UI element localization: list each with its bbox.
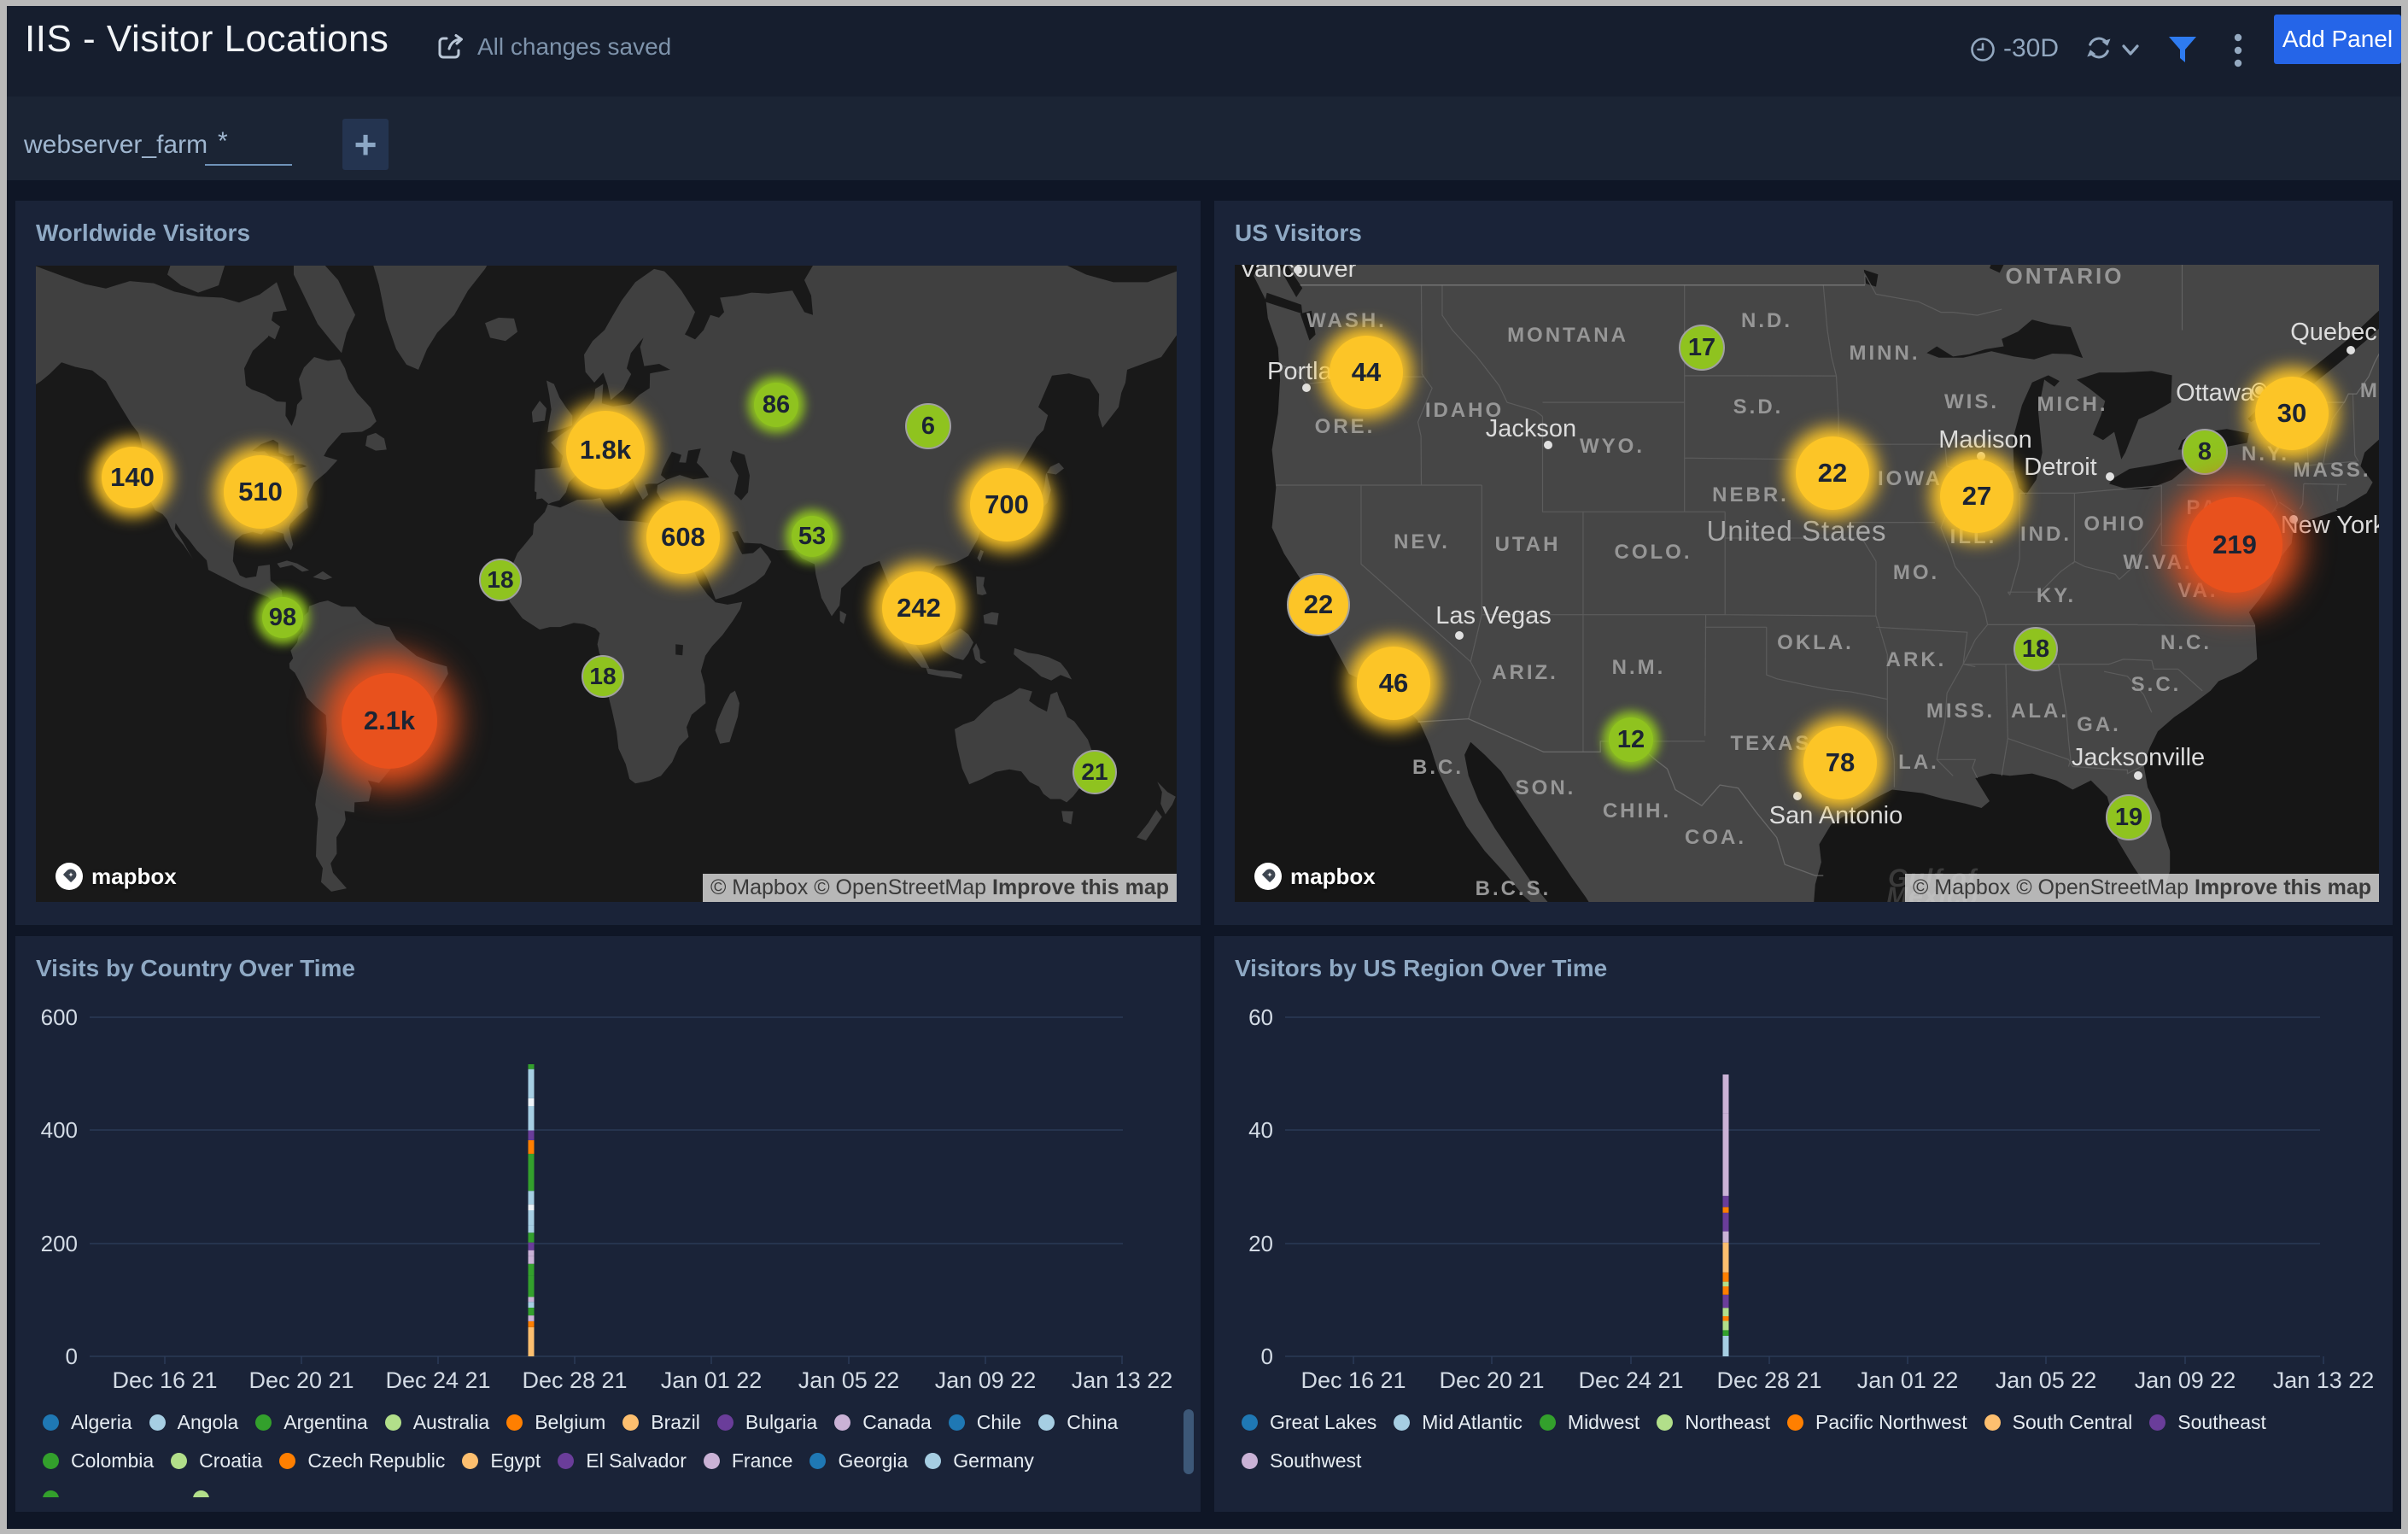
svg-text:WIS.: WIS. [1944, 390, 1999, 413]
svg-text:ARK.: ARK. [1886, 648, 1947, 671]
svg-text:Detroit: Detroit [2024, 454, 2096, 481]
svg-text:600: 600 [41, 1004, 78, 1030]
svg-text:N.D.: N.D. [1741, 309, 1792, 332]
svg-text:NEBR.: NEBR. [1712, 483, 1789, 506]
svg-text:B.C.: B.C. [1412, 756, 1464, 779]
svg-text:Jan 01 22: Jan 01 22 [1857, 1367, 1959, 1393]
svg-text:Dec 16 21: Dec 16 21 [112, 1367, 217, 1393]
svg-text:LA.: LA. [1898, 751, 1939, 774]
svg-text:KY.: KY. [2037, 584, 2076, 607]
svg-text:B.C.S.: B.C.S. [1476, 877, 1552, 900]
svg-text:0: 0 [1261, 1344, 1273, 1369]
svg-text:Jan 09 22: Jan 09 22 [935, 1367, 1037, 1393]
svg-text:OHIO: OHIO [2084, 512, 2146, 536]
svg-text:0: 0 [66, 1344, 78, 1369]
svg-text:NEV.: NEV. [1394, 530, 1450, 553]
svg-text:Dec 20 21: Dec 20 21 [1439, 1367, 1544, 1393]
svg-text:ARIZ.: ARIZ. [1492, 661, 1558, 684]
svg-text:ONTARIO: ONTARIO [2006, 265, 2125, 289]
svg-text:COLO.: COLO. [1615, 541, 1692, 564]
svg-text:Dec 16 21: Dec 16 21 [1300, 1367, 1406, 1393]
svg-text:400: 400 [41, 1117, 78, 1143]
svg-text:N.M.: N.M. [1612, 656, 1666, 679]
svg-text:Jackson: Jackson [1486, 415, 1576, 442]
svg-text:MAINE: MAINE [2360, 379, 2379, 402]
svg-text:MICH.: MICH. [2037, 393, 2108, 416]
svg-text:Dec 24 21: Dec 24 21 [385, 1367, 490, 1393]
svg-text:UTAH: UTAH [1495, 533, 1561, 556]
svg-text:Jan 09 22: Jan 09 22 [2135, 1367, 2236, 1393]
svg-text:ALA.: ALA. [2011, 700, 2069, 723]
svg-text:IND.: IND. [2020, 523, 2072, 546]
svg-text:Dec 28 21: Dec 28 21 [522, 1367, 627, 1393]
svg-text:N.C.: N.C. [2160, 631, 2212, 654]
svg-text:40: 40 [1248, 1117, 1273, 1143]
svg-text:60: 60 [1248, 1004, 1273, 1030]
svg-text:SON.: SON. [1516, 776, 1576, 799]
svg-text:Dec 24 21: Dec 24 21 [1578, 1367, 1683, 1393]
svg-text:OKLA.: OKLA. [1777, 631, 1854, 654]
svg-text:Jan 13 22: Jan 13 22 [2273, 1367, 2375, 1393]
svg-text:CHIH.: CHIH. [1603, 799, 1671, 823]
svg-text:Jan 01 22: Jan 01 22 [661, 1367, 763, 1393]
svg-text:MONTANA: MONTANA [1507, 324, 1628, 347]
svg-text:Dec 20 21: Dec 20 21 [248, 1367, 354, 1393]
svg-text:MISS.: MISS. [1926, 700, 1995, 723]
svg-text:GA.: GA. [2077, 713, 2121, 736]
svg-text:Jan 05 22: Jan 05 22 [1996, 1367, 2097, 1393]
svg-text:COA.: COA. [1685, 826, 1746, 849]
svg-text:WYO.: WYO. [1580, 435, 1645, 458]
svg-text:200: 200 [41, 1231, 78, 1256]
svg-text:Jacksonville: Jacksonville [2072, 744, 2205, 771]
svg-text:Jan 05 22: Jan 05 22 [798, 1367, 900, 1393]
svg-text:20: 20 [1248, 1231, 1273, 1256]
svg-text:Dec 28 21: Dec 28 21 [1716, 1367, 1821, 1393]
svg-text:Jan 13 22: Jan 13 22 [1072, 1367, 1173, 1393]
svg-text:MO.: MO. [1893, 561, 1939, 584]
svg-text:MINN.: MINN. [1850, 342, 1920, 365]
svg-text:S.D.: S.D. [1733, 395, 1784, 419]
svg-text:Las Vegas: Las Vegas [1435, 602, 1551, 629]
svg-text:S.C.: S.C. [2131, 673, 2182, 696]
svg-text:Quebec: Quebec [2290, 319, 2377, 346]
svg-text:Vancouver: Vancouver [1240, 265, 1357, 283]
